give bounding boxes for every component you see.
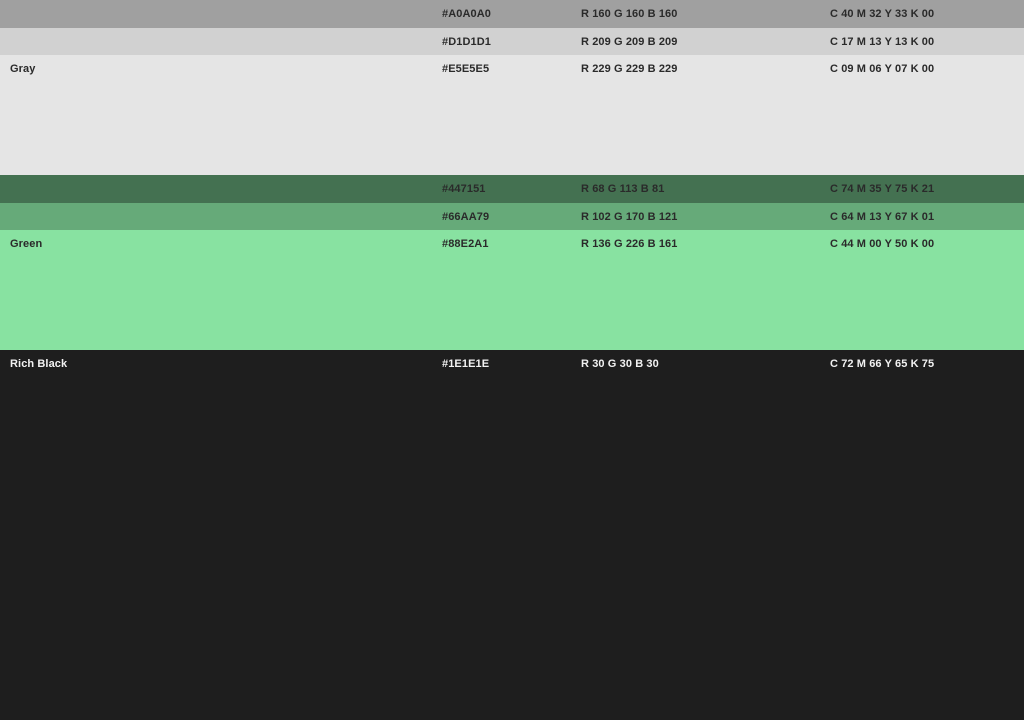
swatch-hex: #447151 xyxy=(442,183,486,195)
swatch-cmyk: C 72 M 66 Y 65 K 75 xyxy=(830,358,935,370)
color-palette-sheet: #A0A0A0 R 160 G 160 B 160 C 40 M 32 Y 33… xyxy=(0,0,1024,720)
swatch-hex: #66AA79 xyxy=(442,211,490,223)
swatch-green-mid: #66AA79 R 102 G 170 B 121 C 64 M 13 Y 67… xyxy=(0,203,1024,230)
swatch-green-dark: #447151 R 68 G 113 B 81 C 74 M 35 Y 75 K… xyxy=(0,175,1024,203)
swatch-rgb: R 136 G 226 B 161 xyxy=(581,238,678,250)
swatch-cmyk: C 44 M 00 Y 50 K 00 xyxy=(830,238,935,250)
swatch-name: Rich Black xyxy=(10,358,68,370)
swatch-hex: #88E2A1 xyxy=(442,238,489,250)
swatch-rgb: R 68 G 113 B 81 xyxy=(581,183,665,195)
swatch-rgb: R 102 G 170 B 121 xyxy=(581,211,678,223)
swatch-rgb: R 30 G 30 B 30 xyxy=(581,358,659,370)
swatch-hex: #D1D1D1 xyxy=(442,36,492,48)
swatch-gray: Gray #E5E5E5 R 229 G 229 B 229 C 09 M 06… xyxy=(0,55,1024,175)
swatch-gray-dark: #A0A0A0 R 160 G 160 B 160 C 40 M 32 Y 33… xyxy=(0,0,1024,28)
swatch-cmyk: C 17 M 13 Y 13 K 00 xyxy=(830,36,935,48)
swatch-rgb: R 229 G 229 B 229 xyxy=(581,63,678,75)
swatch-hex: #A0A0A0 xyxy=(442,8,492,20)
swatch-gray-mid: #D1D1D1 R 209 G 209 B 209 C 17 M 13 Y 13… xyxy=(0,28,1024,55)
swatch-rgb: R 209 G 209 B 209 xyxy=(581,36,678,48)
swatch-cmyk: C 74 M 35 Y 75 K 21 xyxy=(830,183,935,195)
swatch-green: Green #88E2A1 R 136 G 226 B 161 C 44 M 0… xyxy=(0,230,1024,350)
swatch-rich-black: Rich Black #1E1E1E R 30 G 30 B 30 C 72 M… xyxy=(0,350,1024,720)
swatch-cmyk: C 64 M 13 Y 67 K 01 xyxy=(830,211,935,223)
swatch-rgb: R 160 G 160 B 160 xyxy=(581,8,678,20)
swatch-cmyk: C 09 M 06 Y 07 K 00 xyxy=(830,63,935,75)
swatch-name: Gray xyxy=(10,63,36,75)
swatch-cmyk: C 40 M 32 Y 33 K 00 xyxy=(830,8,935,20)
swatch-hex: #E5E5E5 xyxy=(442,63,490,75)
swatch-name: Green xyxy=(10,238,43,250)
swatch-hex: #1E1E1E xyxy=(442,358,490,370)
